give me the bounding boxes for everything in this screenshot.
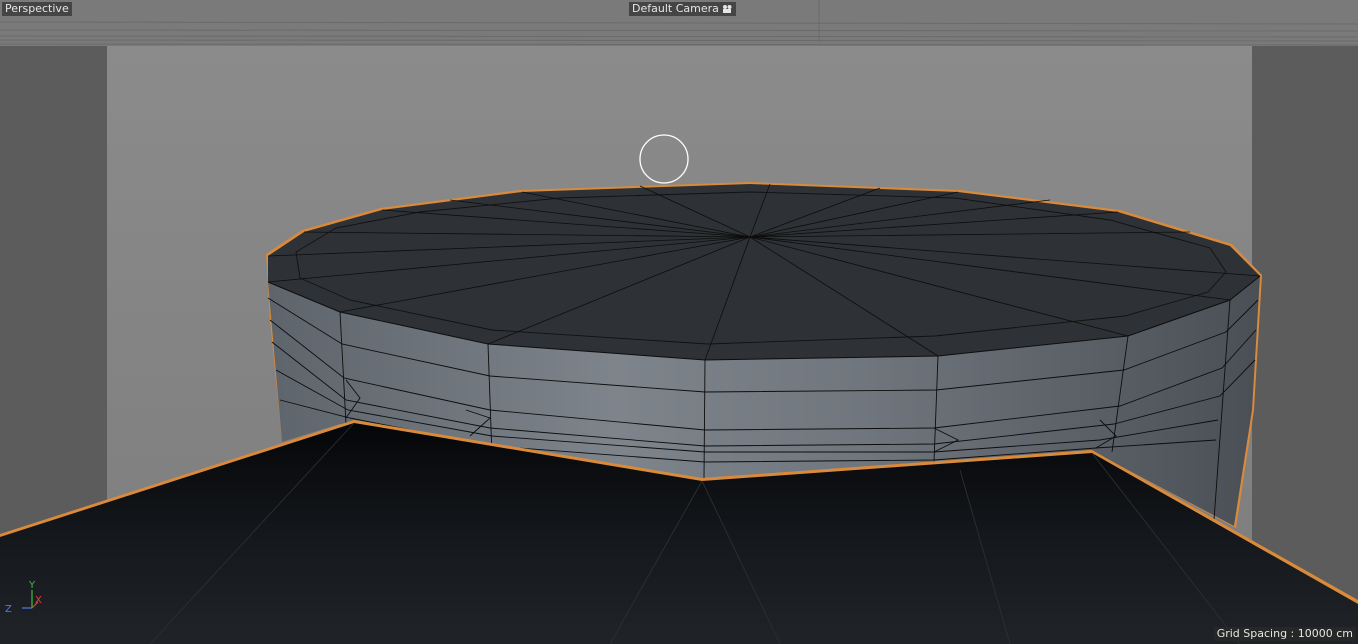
axis-y-label: Y: [28, 580, 36, 591]
grid-spacing-label: Grid Spacing : 10000 cm: [1213, 627, 1356, 641]
view-name-menu[interactable]: Perspective: [2, 2, 72, 16]
axis-gizmo: Y X Z: [5, 580, 42, 615]
camera-label[interactable]: Default Camera: [629, 2, 736, 16]
axis-x-label: X: [35, 595, 42, 606]
safe-frame-right: [1252, 0, 1358, 644]
camera-name: Default Camera: [632, 2, 719, 15]
axis-z-label: Z: [5, 604, 12, 615]
3d-viewport[interactable]: Perspective Default Camera Y X Z Grid Sp…: [0, 0, 1358, 644]
camera-icon: [722, 5, 732, 13]
scene-canvas[interactable]: [0, 0, 1358, 644]
